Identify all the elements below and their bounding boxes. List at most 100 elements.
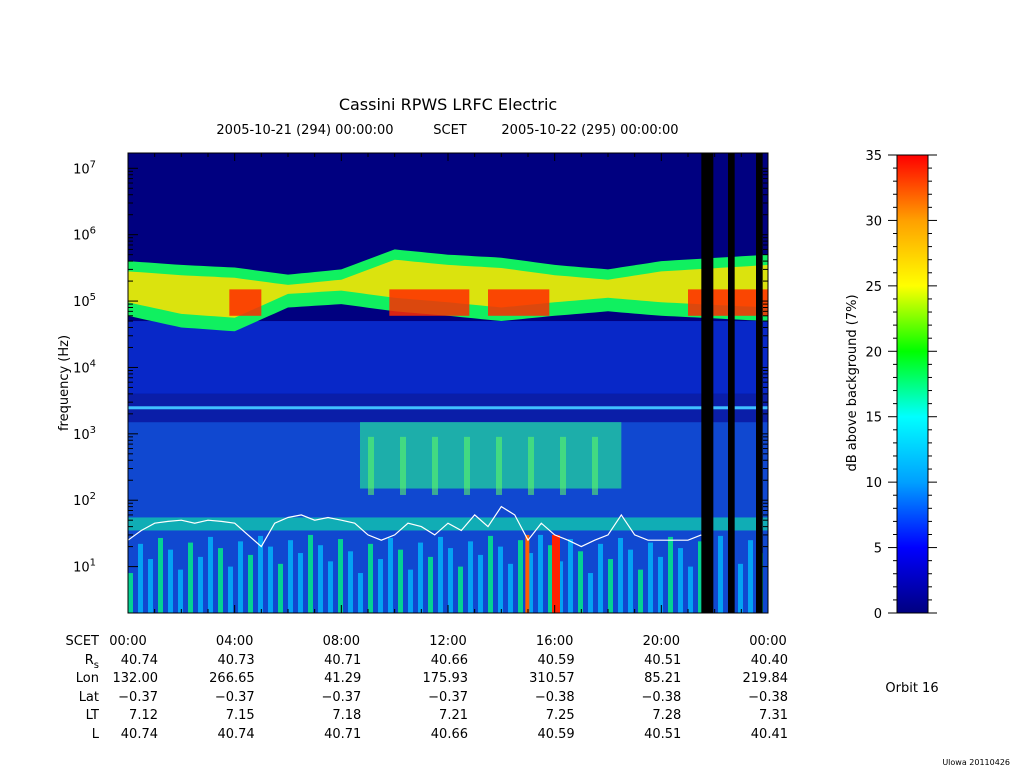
- ephemeris-value: 310.57: [529, 671, 575, 686]
- low-frequency-spike: [748, 540, 753, 613]
- orange-spike-15h: [525, 534, 530, 613]
- low-frequency-spike: [568, 539, 573, 613]
- y-tick-base: 10: [73, 494, 90, 509]
- y-tick-base: 10: [73, 561, 90, 576]
- ephemeris-table: SCET RsLon Lat LT L 00:00 40.74 132.00 −0.37 7.12…: [66, 634, 788, 742]
- colorbar-tick-label: 0: [874, 607, 882, 622]
- low-frequency-spike: [248, 554, 253, 613]
- low-frequency-spike: [648, 542, 653, 613]
- spectrogram-plot-area: [128, 153, 768, 613]
- green-band-stripe: [592, 436, 598, 495]
- low-frequency-spike: [148, 559, 153, 613]
- ephemeris-value: 40.40: [751, 653, 788, 668]
- ephemeris-value: 175.93: [423, 671, 469, 686]
- x-tick-label: 00:00: [109, 634, 146, 649]
- harmonic-line-2600hz: [128, 406, 768, 410]
- y-tick-exponent: 1: [90, 558, 96, 569]
- ephemeris-value: 40.74: [121, 653, 158, 668]
- low-frequency-spike: [328, 561, 333, 613]
- emission-band-red: [229, 289, 262, 316]
- y-tick-label: 102: [73, 491, 96, 509]
- y-tick-exponent: 6: [90, 226, 96, 237]
- colorbar-tick-label: 5: [874, 542, 882, 557]
- low-frequency-spike: [218, 548, 223, 613]
- y-tick-base: 10: [73, 229, 90, 244]
- low-frequency-spike: [368, 543, 373, 613]
- low-frequency-spike: [498, 546, 503, 613]
- time-header-left: 2005-10-21 (294) 00:00:00: [216, 123, 393, 138]
- ephemeris-value: −0.37: [428, 690, 468, 705]
- low-frequency-spike: [278, 563, 283, 613]
- ephemeris-value: 7.12: [129, 708, 158, 723]
- low-frequency-spike: [618, 537, 623, 613]
- low-frequency-spike: [438, 536, 443, 613]
- data-gap: [728, 153, 735, 613]
- low-frequency-spike: [308, 534, 313, 613]
- ephemeris-value: −0.37: [215, 690, 255, 705]
- low-frequency-spike: [448, 548, 453, 613]
- ephemeris-value: 40.51: [644, 727, 681, 742]
- low-frequency-spike: [178, 569, 183, 613]
- time-header-middle: SCET: [433, 123, 467, 138]
- colorbar-tick-label: 15: [865, 411, 882, 426]
- low-frequency-spike: [478, 554, 483, 613]
- y-axis-label: frequency (Hz): [57, 335, 72, 431]
- y-tick-label: 106: [73, 226, 96, 244]
- ephemeris-row-label: Lat: [79, 690, 99, 705]
- x-tick-label: 08:00: [323, 634, 360, 649]
- y-tick-label: 105: [73, 292, 96, 310]
- ephemeris-value: 40.59: [537, 727, 574, 742]
- low-frequency-spike: [588, 573, 593, 613]
- colorbar: [896, 154, 929, 614]
- emission-band-red: [389, 289, 470, 316]
- ephemeris-value: 132.00: [113, 671, 159, 686]
- ephemeris-value: 40.66: [431, 653, 468, 668]
- ephemeris-value: −0.37: [321, 690, 361, 705]
- green-band-stripe: [496, 436, 502, 495]
- low-frequency-spike: [738, 563, 743, 613]
- low-frequency-spike: [288, 540, 293, 613]
- low-frequency-spike: [398, 549, 403, 613]
- ephemeris-value: 40.41: [751, 727, 788, 742]
- ephemeris-value: 41.29: [324, 671, 361, 686]
- low-frequency-spike: [428, 556, 433, 613]
- ephemeris-value: 40.59: [537, 653, 574, 668]
- low-frequency-spike: [138, 543, 143, 613]
- red-spike-16h: [552, 534, 560, 613]
- ephemeris-row-label-main: Lon: [76, 671, 99, 686]
- low-frequency-spike: [458, 566, 463, 613]
- data-gap: [701, 153, 714, 613]
- ephemeris-row-label: Rs: [85, 653, 99, 671]
- green-band-stripe: [528, 436, 534, 495]
- low-frequency-spike: [598, 543, 603, 613]
- time-header-right: 2005-10-22 (295) 00:00:00: [501, 123, 678, 138]
- y-tick-base: 10: [73, 361, 90, 376]
- ephemeris-value: 7.28: [652, 708, 681, 723]
- low-frequency-spike: [488, 535, 493, 613]
- ephemeris-row-label: LT: [86, 708, 99, 723]
- version-label: Ulowa 20110426: [942, 758, 1010, 767]
- ephemeris-value: 7.18: [332, 708, 361, 723]
- orbit-label: Orbit 16: [885, 681, 938, 696]
- ephemeris-value: 40.73: [217, 653, 254, 668]
- ephemeris-row-label-main: Lat: [79, 690, 99, 705]
- ephemeris-value: 7.25: [546, 708, 575, 723]
- ephemeris-value: 7.15: [226, 708, 255, 723]
- emission-band-red: [488, 289, 550, 316]
- low-frequency-spike: [128, 573, 133, 613]
- ephemeris-value: 40.51: [644, 653, 681, 668]
- ephemeris-value: −0.38: [641, 690, 681, 705]
- low-frequency-spike: [298, 553, 303, 613]
- low-frequency-spike: [468, 541, 473, 613]
- colorbar-tick-label: 10: [865, 476, 882, 491]
- low-frequency-spike: [378, 559, 383, 613]
- low-frequency-spike: [268, 546, 273, 613]
- colorbar-tick-label: 20: [865, 345, 882, 360]
- ephemeris-row-label-main: SCET: [66, 634, 100, 649]
- low-frequency-spike: [718, 535, 723, 613]
- low-frequency-spike: [228, 566, 233, 613]
- ephemeris-value: 40.71: [324, 727, 361, 742]
- colorbar-tick-label: 30: [865, 214, 882, 229]
- y-tick-base: 10: [73, 295, 90, 310]
- y-tick-label: 104: [73, 358, 96, 376]
